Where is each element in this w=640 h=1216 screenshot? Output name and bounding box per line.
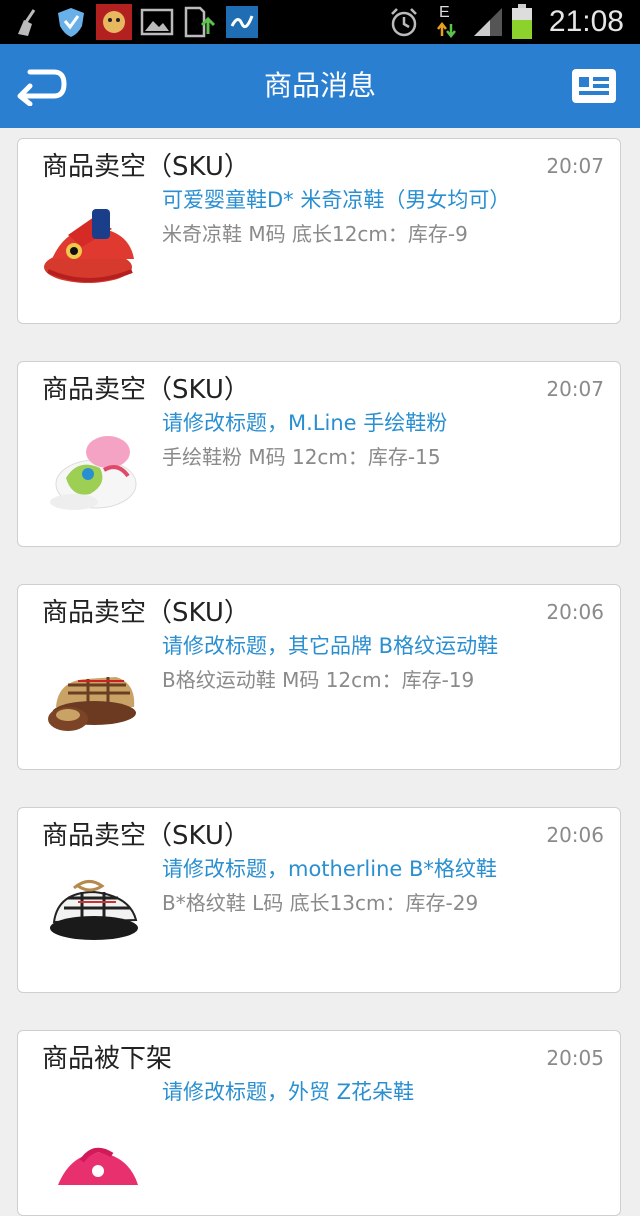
message-time: 20:07 <box>546 377 604 401</box>
page-title: 商品消息 <box>263 69 376 102</box>
stock-detail: 米奇凉鞋 M码 底长12cm：库存-9 <box>162 222 468 246</box>
product-thumbnail <box>44 209 134 283</box>
shield-icon <box>58 8 84 37</box>
list-menu-icon <box>579 77 589 87</box>
cleaner-icon <box>18 9 36 36</box>
alarm-icon <box>391 8 417 37</box>
list-menu-button[interactable] <box>572 69 616 103</box>
product-link[interactable]: 请修改标题，motherline B*格纹鞋 <box>162 854 497 884</box>
network-type-icon: E <box>436 4 458 40</box>
message-title: 商品被下架 <box>42 1044 173 1074</box>
clock-time: 21:08 <box>548 5 624 38</box>
message-time: 20:05 <box>546 1046 604 1070</box>
stock-detail: B*格纹鞋 L码 底长13cm：库存-29 <box>162 891 479 915</box>
message-card[interactable]: 商品卖空（SKU） 20:07 可爱婴童鞋D* 米奇凉鞋（男女均可） 米奇凉鞋 … <box>17 138 621 324</box>
message-title: 商品卖空（SKU） <box>42 821 250 851</box>
picture-icon <box>140 8 174 36</box>
product-thumbnail <box>50 436 137 510</box>
message-card[interactable]: 商品卖空（SKU） 20:06 请修改标题，motherline B*格纹鞋 B… <box>17 807 621 993</box>
product-link[interactable]: 请修改标题，M.Line 手绘鞋粉 <box>162 408 447 438</box>
message-time: 20:07 <box>546 154 604 178</box>
product-thumbnail <box>50 880 138 940</box>
product-thumbnail <box>58 1147 138 1185</box>
product-link[interactable]: 请修改标题，其它品牌 B格纹运动鞋 <box>162 631 498 661</box>
product-link[interactable]: 可爱婴童鞋D* 米奇凉鞋（男女均可） <box>162 185 510 215</box>
product-thumbnail <box>48 677 136 731</box>
network-type-label: E <box>439 4 450 21</box>
stock-detail: 手绘鞋粉 M码 12cm：库存-15 <box>162 445 441 469</box>
message-title: 商品卖空（SKU） <box>42 598 250 628</box>
message-card[interactable]: 商品卖空（SKU） 20:06 请修改标题，其它品牌 B格纹运动鞋 B格纹运动鞋… <box>17 584 621 770</box>
message-card[interactable]: 商品被下架 20:05 请修改标题，外贸 Z花朵鞋 <box>17 1030 621 1216</box>
status-bar: E 21:08 <box>0 0 640 44</box>
product-link[interactable]: 请修改标题，外贸 Z花朵鞋 <box>162 1077 414 1107</box>
message-time: 20:06 <box>546 823 604 847</box>
message-title: 商品卖空（SKU） <box>42 152 250 182</box>
blue-app-icon <box>226 6 258 38</box>
message-title: 商品卖空（SKU） <box>42 375 250 405</box>
signal-icon <box>474 8 502 36</box>
stock-detail: B格纹运动鞋 M码 12cm：库存-19 <box>162 668 475 692</box>
app-bar: 商品消息 <box>0 44 640 128</box>
message-time: 20:06 <box>546 600 604 624</box>
app-avatar-icon <box>96 4 132 40</box>
battery-icon <box>512 4 532 39</box>
message-card[interactable]: 商品卖空（SKU） 20:07 请修改标题，M.Line 手绘鞋粉 手绘鞋粉 M… <box>17 361 621 547</box>
upload-file-icon <box>184 6 216 38</box>
